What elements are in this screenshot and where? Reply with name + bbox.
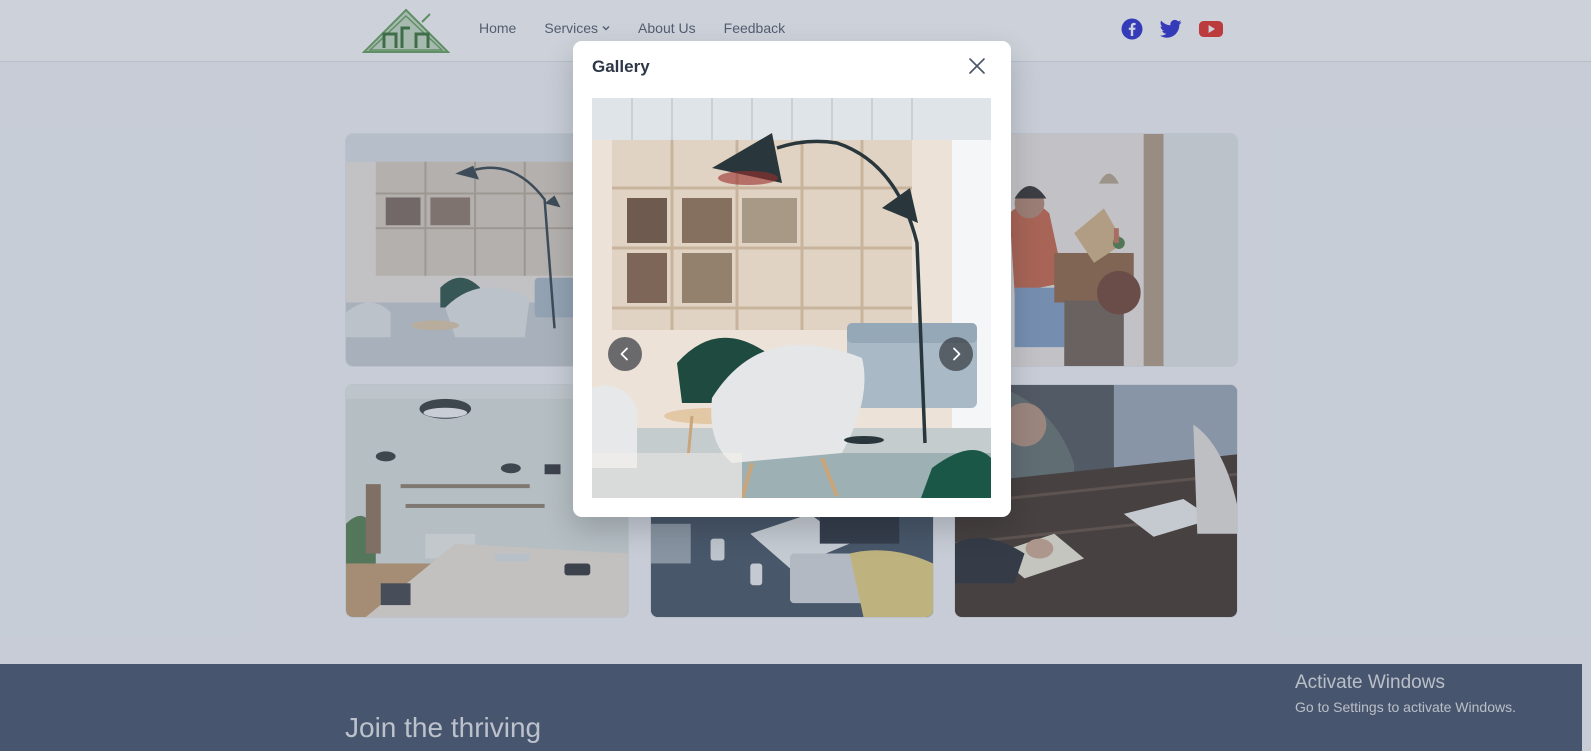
- activation-watermark: Activate Windows Go to Settings to activ…: [1295, 672, 1516, 715]
- carousel-photo: [592, 98, 991, 498]
- modal-title: Gallery: [592, 57, 650, 76]
- close-icon[interactable]: [968, 57, 986, 75]
- chevron-right-icon: [953, 347, 961, 361]
- gallery-modal: Gallery: [573, 41, 1011, 517]
- chevron-left-icon: [620, 347, 628, 361]
- carousel-next-button[interactable]: [939, 337, 973, 371]
- watermark-title: Activate Windows: [1295, 672, 1445, 693]
- carousel-image: [592, 98, 991, 498]
- carousel-prev-button[interactable]: [608, 337, 642, 371]
- watermark-subtitle: Go to Settings to activate Windows.: [1295, 699, 1516, 715]
